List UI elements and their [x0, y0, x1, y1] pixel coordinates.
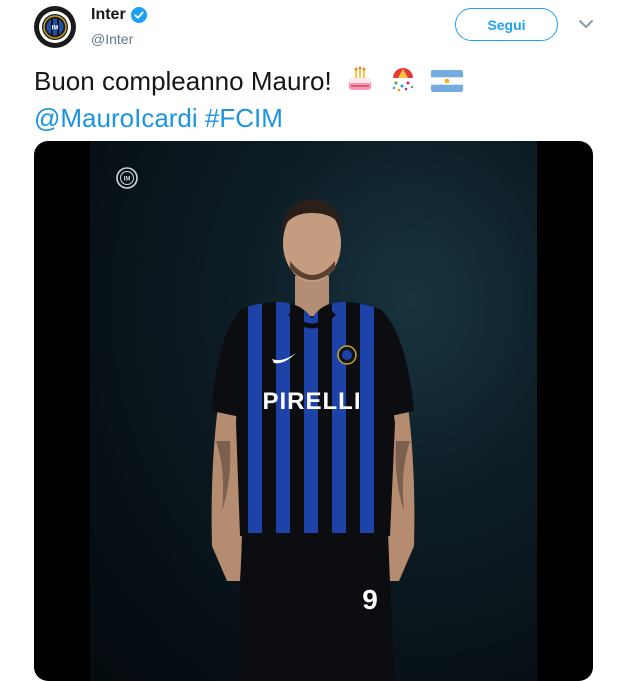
birthday-cake-icon [345, 64, 375, 102]
tweet-first-line: Buon compleanno Mauro! [34, 64, 464, 102]
svg-text:IM: IM [52, 26, 59, 32]
follow-button[interactable]: Segui [455, 8, 558, 41]
tweet-media[interactable]: IM PIRELLI 9 [34, 141, 593, 681]
mention-link[interactable]: @MauroIcardi [34, 103, 198, 133]
account-name[interactable]: Inter [91, 6, 126, 24]
verified-badge-icon [130, 7, 147, 23]
account-handle[interactable]: @Inter [91, 31, 133, 47]
player-figure: PIRELLI 9 [211, 199, 415, 681]
sponsor-text: PIRELLI [262, 388, 361, 415]
tweet-second-line: @MauroIcardi #FCIM [34, 102, 463, 135]
shorts-number: 9 [362, 584, 378, 615]
chevron-down-icon[interactable] [578, 18, 594, 30]
inter-logo-icon: IM [39, 11, 71, 43]
player-photo[interactable]: IM PIRELLI 9 [90, 141, 537, 681]
account-name-row[interactable]: Inter [91, 6, 147, 24]
confetti-ball-icon [388, 64, 418, 102]
hashtag-link[interactable]: #FCIM [205, 103, 283, 133]
tweet-message: Buon compleanno Mauro! [34, 65, 332, 96]
avatar[interactable]: IM [34, 6, 76, 48]
argentina-flag-icon [431, 67, 464, 100]
tweet-text: Buon compleanno Mauro! @MauroIcardi #FCI… [34, 64, 464, 135]
